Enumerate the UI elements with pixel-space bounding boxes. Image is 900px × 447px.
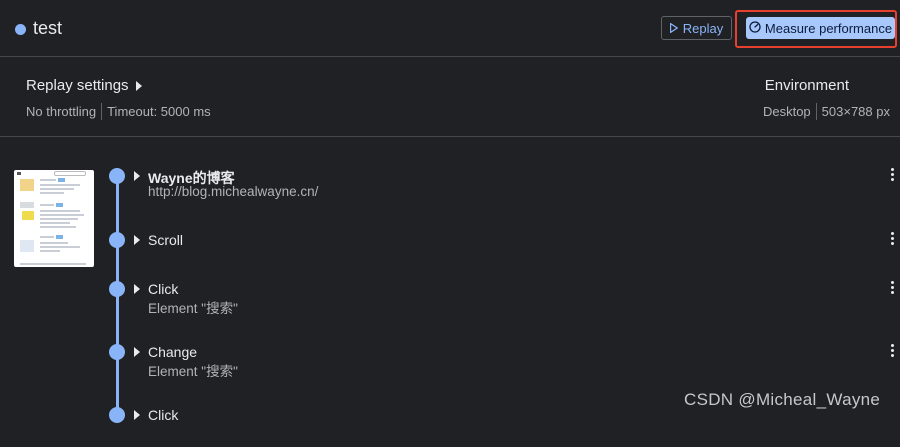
gauge-icon — [749, 20, 761, 36]
more-options-icon[interactable] — [891, 281, 895, 297]
thumbnail-detail — [40, 222, 70, 224]
replay-button-label: Replay — [682, 20, 724, 36]
expand-arrow-icon[interactable] — [134, 347, 140, 357]
step-scroll[interactable]: Scroll — [0, 232, 900, 272]
expand-arrow-icon[interactable] — [134, 171, 140, 181]
expand-arrow-icon[interactable] — [134, 235, 140, 245]
thumbnail-detail — [22, 211, 34, 220]
replay-settings-values: No throttling Timeout: 5000 ms — [26, 103, 211, 120]
step-dot — [109, 281, 125, 297]
more-options-icon[interactable] — [891, 232, 895, 248]
environment-title: Environment — [764, 77, 849, 94]
timeout-value: Timeout: 5000 ms — [107, 104, 211, 119]
step-subtitle: Element "搜索" — [148, 364, 238, 379]
recording-header: test Replay Measure performance — [0, 0, 900, 57]
viewport-value: 503×788 px — [821, 104, 890, 119]
measure-performance-label: Measure performance — [764, 20, 893, 36]
play-icon — [669, 21, 679, 36]
settings-panel: Replay settings No throttling Timeout: 5… — [0, 57, 900, 137]
thumbnail-detail — [40, 214, 84, 216]
step-subtitle: Element "搜索" — [148, 301, 238, 316]
recording-title: test — [33, 18, 63, 38]
step-change[interactable]: Change Element "搜索" — [0, 344, 900, 384]
replay-settings-toggle[interactable]: Replay settings — [26, 77, 142, 94]
measure-performance-button[interactable]: Measure performance — [746, 17, 895, 39]
thumbnail-detail — [40, 226, 76, 228]
step-title: Click — [148, 281, 179, 297]
expand-arrow-icon[interactable] — [134, 410, 140, 420]
step-click[interactable]: Click — [0, 407, 900, 447]
recording-status-dot — [15, 24, 26, 35]
step-dot — [109, 344, 125, 360]
step-subtitle: http://blog.michealwayne.cn/ — [148, 184, 319, 199]
thumbnail-detail — [40, 218, 78, 220]
step-click[interactable]: Click Element "搜索" — [0, 281, 900, 321]
thumbnail-detail — [40, 210, 80, 212]
replay-button[interactable]: Replay — [661, 16, 732, 40]
watermark: CSDN @Micheal_Wayne — [684, 390, 881, 409]
step-navigate[interactable]: Wayne的博客 http://blog.michealwayne.cn/ — [0, 168, 900, 208]
expand-arrow-icon — [135, 80, 142, 91]
divider — [101, 103, 103, 120]
device-value: Desktop — [762, 104, 811, 119]
environment-values: Desktop 503×788 px — [763, 103, 890, 120]
divider — [815, 103, 817, 120]
step-dot — [109, 232, 125, 248]
replay-settings-title: Replay settings — [26, 77, 129, 94]
throttling-value: No throttling — [26, 104, 97, 119]
step-title: Scroll — [148, 232, 184, 248]
more-options-icon[interactable] — [891, 168, 895, 184]
more-options-icon[interactable] — [891, 344, 895, 360]
step-title: Change — [148, 344, 198, 360]
step-dot — [109, 168, 125, 184]
expand-arrow-icon[interactable] — [134, 284, 140, 294]
